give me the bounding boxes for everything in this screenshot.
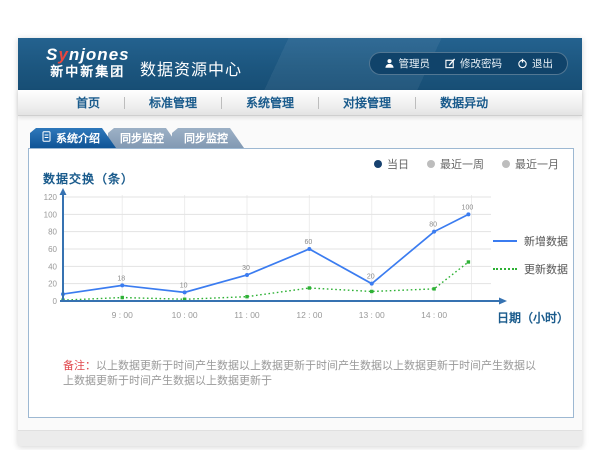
date-range-filter: 当日 最近一周 最近一月 xyxy=(374,156,559,172)
svg-text:14 : 00: 14 : 00 xyxy=(421,310,447,320)
tab-label: 同步监控 xyxy=(184,130,228,146)
logout-icon xyxy=(517,58,528,69)
svg-text:13 : 00: 13 : 00 xyxy=(359,310,385,320)
tab-system-intro[interactable]: 系统介绍 xyxy=(30,128,116,148)
page-title: 数据资源中心 xyxy=(140,56,242,80)
radio-icon xyxy=(374,160,382,168)
filter-option-last-month[interactable]: 最近一月 xyxy=(502,156,559,172)
svg-text:100: 100 xyxy=(462,204,474,211)
legend-entry-new-data: 新增数据 xyxy=(493,233,568,249)
svg-text:80: 80 xyxy=(429,222,437,229)
tab-sync-monitor-2[interactable]: 同步监控 xyxy=(172,128,244,148)
edit-icon xyxy=(445,58,456,69)
legend-line-sample-new xyxy=(493,240,517,242)
radio-icon xyxy=(427,160,435,168)
svg-text:0: 0 xyxy=(53,297,58,306)
filter-option-today[interactable]: 当日 xyxy=(374,156,409,172)
brand-logo-part2: njones xyxy=(69,45,130,64)
svg-text:10: 10 xyxy=(180,282,188,289)
line-chart: 18 10 30 60 20 80 100 0 20 40 60 80 100 120 9 : 00 10 :… xyxy=(37,187,517,329)
nav-item-data-change[interactable]: 数据异动 xyxy=(416,94,512,111)
svg-text:11 : 00: 11 : 00 xyxy=(234,310,260,320)
brand-logo-text: Synjones xyxy=(46,45,130,64)
brand-logo: Synjones 新中新集团 xyxy=(46,45,130,80)
svg-text:40: 40 xyxy=(48,262,57,271)
app-window: Synjones 新中新集团 数据资源中心 管理员 修改密码 退出 xyxy=(18,38,582,446)
note-text: 以上数据更新于时间产生数据以上数据更新于时间产生数据以上数据更新于时间产生数据以… xyxy=(63,360,536,387)
svg-text:10 : 00: 10 : 00 xyxy=(172,310,198,320)
svg-text:20: 20 xyxy=(48,280,57,289)
chart-legend: 新增数据 更新数据 xyxy=(493,233,568,277)
svg-text:12 : 00: 12 : 00 xyxy=(296,310,322,320)
svg-text:100: 100 xyxy=(44,210,58,219)
brand-company-name: 新中新集团 xyxy=(46,64,130,80)
window-footer xyxy=(18,430,582,446)
legend-label: 更新数据 xyxy=(524,261,568,277)
chart-x-axis-title: 日期（小时） xyxy=(497,309,569,326)
tab-sync-monitor-1[interactable]: 同步监控 xyxy=(108,128,180,148)
brand-logo-accent: y xyxy=(58,45,68,64)
legend-line-sample-updated xyxy=(493,268,517,270)
change-password-button[interactable]: 修改密码 xyxy=(445,56,502,71)
legend-entry-updated-data: 更新数据 xyxy=(493,261,568,277)
radio-label: 当日 xyxy=(387,156,409,172)
nav-item-docking-management[interactable]: 对接管理 xyxy=(319,94,415,111)
page: Synjones 新中新集团 数据资源中心 管理员 修改密码 退出 xyxy=(0,0,600,450)
nav-item-home[interactable]: 首页 xyxy=(52,94,124,111)
radio-icon xyxy=(502,160,510,168)
note-prefix: 备注： xyxy=(63,360,96,372)
user-menu: 管理员 修改密码 退出 xyxy=(369,52,569,75)
brand-logo-part1: S xyxy=(46,45,58,64)
main-nav: 首页 标准管理 系统管理 对接管理 数据异动 xyxy=(18,90,582,116)
tab-label: 同步监控 xyxy=(120,130,164,146)
svg-text:120: 120 xyxy=(44,193,58,202)
footer-note: 备注：以上数据更新于时间产生数据以上数据更新于时间产生数据以上数据更新于时间产生… xyxy=(63,359,543,389)
logout-button[interactable]: 退出 xyxy=(517,56,553,71)
svg-text:60: 60 xyxy=(48,245,57,254)
filter-option-last-week[interactable]: 最近一周 xyxy=(427,156,484,172)
svg-text:18: 18 xyxy=(117,275,125,282)
tab-label: 系统介绍 xyxy=(56,130,100,146)
svg-text:9 : 00: 9 : 00 xyxy=(112,310,134,320)
content-panel: 当日 最近一周 最近一月 数据交换（条） 18 10 30 60 20 80 100 0 20 4… xyxy=(28,148,574,418)
change-password-label: 修改密码 xyxy=(460,56,502,71)
document-icon xyxy=(42,131,51,145)
svg-text:20: 20 xyxy=(367,274,375,281)
user-icon xyxy=(384,58,395,69)
radio-label: 最近一周 xyxy=(440,156,484,172)
nav-item-system-management[interactable]: 系统管理 xyxy=(222,94,318,111)
user-name-label: 管理员 xyxy=(399,56,431,71)
nav-item-standard-management[interactable]: 标准管理 xyxy=(125,94,221,111)
svg-text:60: 60 xyxy=(304,239,312,246)
legend-label: 新增数据 xyxy=(524,233,568,249)
header: Synjones 新中新集团 数据资源中心 管理员 修改密码 退出 xyxy=(18,38,582,90)
tab-bar: 系统介绍 同步监控 同步监控 xyxy=(30,128,244,148)
svg-text:30: 30 xyxy=(242,265,250,272)
chart-y-axis-title: 数据交换（条） xyxy=(43,170,134,187)
svg-text:80: 80 xyxy=(48,228,57,237)
user-name-button[interactable]: 管理员 xyxy=(384,56,431,71)
logout-label: 退出 xyxy=(532,56,553,71)
radio-label: 最近一月 xyxy=(515,156,559,172)
